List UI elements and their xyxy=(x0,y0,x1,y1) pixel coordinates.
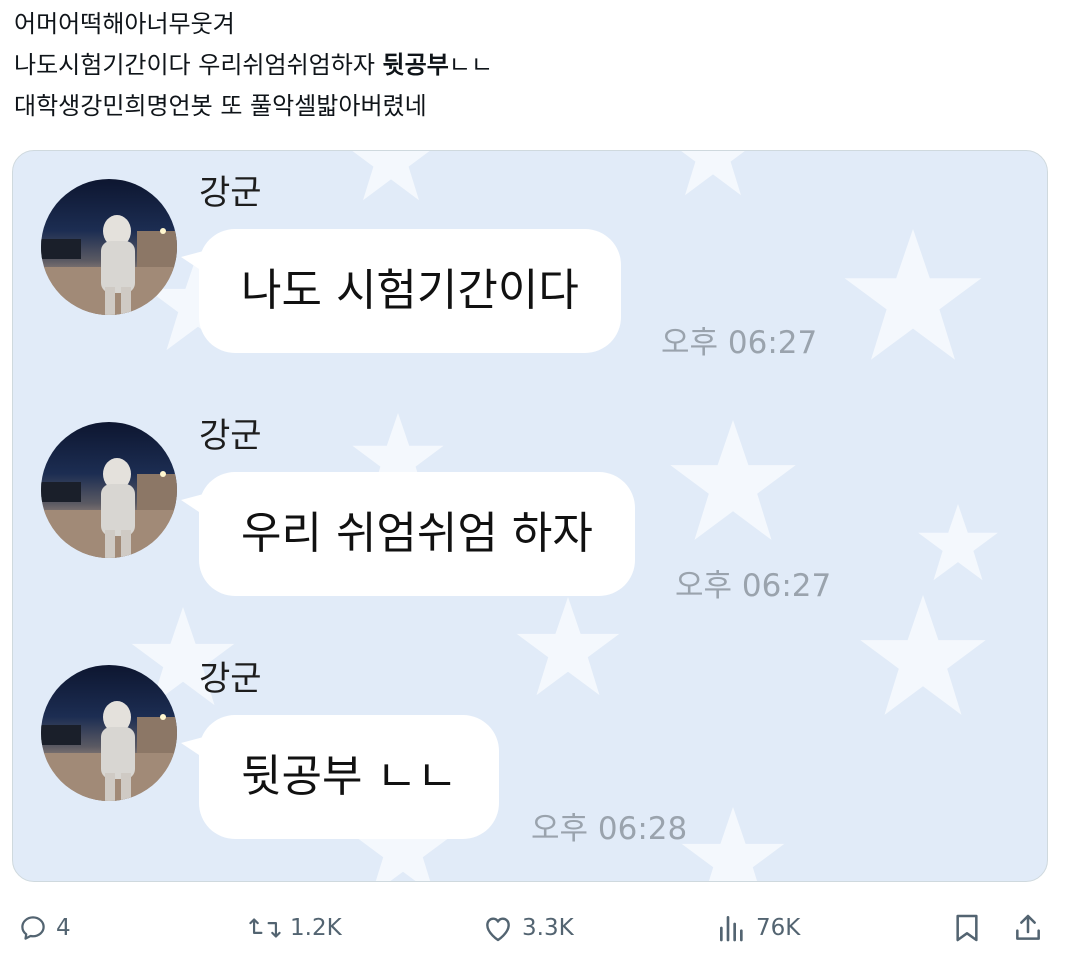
tweet-line-1: 어머어떡해아너무웃겨 xyxy=(14,10,235,38)
tweet-line-2: 나도시험기간이다 우리쉬엄쉬엄하자 뒷공부ㄴㄴ xyxy=(14,45,493,86)
retweet-count: 1.2K xyxy=(290,915,342,941)
tweet-line-2-bold: 뒷공부 xyxy=(382,51,449,79)
message-bubble: 우리 쉬엄쉬엄 하자 xyxy=(199,472,635,596)
message-time: 오후 06:27 xyxy=(661,325,818,361)
like-count: 3.3K xyxy=(522,915,574,941)
message-bubble: 뒷공부 ㄴㄴ xyxy=(199,715,500,839)
tweet-line-2-end: ㄴㄴ xyxy=(448,51,493,79)
tweet-action-bar: 4 1.2K 3.3K 76K xyxy=(0,900,1066,956)
tweet-line-2-start: 나도시험기간이다 우리쉬엄쉬엄하자 xyxy=(14,51,383,79)
avatar[interactable] xyxy=(41,665,177,801)
share-icon xyxy=(1016,914,1040,940)
retweet-icon xyxy=(249,918,281,938)
chat-message: 강군 뒷공부 ㄴㄴ 오후 06:28 xyxy=(13,637,1047,857)
message-bubble: 나도 시험기간이다 xyxy=(199,229,621,353)
tweet-text: 어머어떡해아너무웃겨 나도시험기간이다 우리쉬엄쉬엄하자 뒷공부ㄴㄴ 대학생강민… xyxy=(14,4,493,127)
reply-count: 4 xyxy=(56,915,71,941)
chat-message: 강군 우리 쉬엄쉬엄 하자 오후 06:27 xyxy=(13,394,1047,614)
avatar-photo-icon xyxy=(41,701,177,801)
views-count: 76K xyxy=(756,915,801,941)
bookmark-button[interactable] xyxy=(952,908,982,948)
avatar-photo-icon xyxy=(41,458,177,558)
views-icon xyxy=(720,916,743,942)
share-button[interactable] xyxy=(1012,908,1044,948)
message-time: 오후 06:27 xyxy=(675,568,832,604)
chat-screenshot-image[interactable]: 강군 나도 시험기간이다 오후 06:27 강군 우리 쉬엄쉬엄 하자 오후 0… xyxy=(12,150,1048,882)
avatar[interactable] xyxy=(41,179,177,315)
retweet-button[interactable]: 1.2K xyxy=(248,908,342,948)
reply-icon xyxy=(21,916,45,940)
sender-name: 강군 xyxy=(199,173,262,213)
avatar-photo-icon xyxy=(41,215,177,315)
heart-icon xyxy=(486,917,510,942)
bookmark-icon xyxy=(956,914,978,942)
avatar[interactable] xyxy=(41,422,177,558)
views-button[interactable]: 76K xyxy=(716,908,800,948)
chat-message: 강군 나도 시험기간이다 오후 06:27 xyxy=(13,151,1047,371)
reply-button[interactable]: 4 xyxy=(18,908,71,948)
sender-name: 강군 xyxy=(199,416,262,456)
like-button[interactable]: 3.3K xyxy=(482,908,574,948)
message-time: 오후 06:28 xyxy=(531,811,688,847)
sender-name: 강군 xyxy=(199,659,262,699)
tweet-line-3: 대학생강민희명언봇 또 풀악셀밟아버렸네 xyxy=(14,92,427,120)
